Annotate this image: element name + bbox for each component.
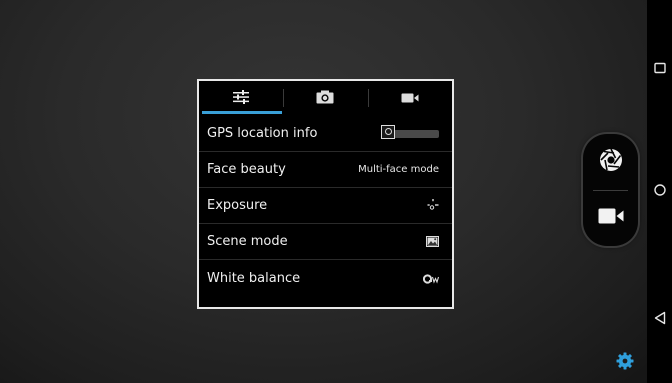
tab-general-settings[interactable] [199, 81, 283, 115]
back-button[interactable] [652, 311, 668, 327]
settings-gear-button[interactable] [615, 352, 635, 374]
settings-panel: GPS location info Face beauty Multi-face… [197, 79, 454, 309]
back-icon [654, 310, 666, 329]
toggle-knob [381, 124, 395, 139]
scene-landscape-icon [426, 232, 439, 251]
tab-video-settings[interactable] [367, 81, 452, 115]
tab-camera-settings[interactable] [283, 81, 367, 115]
settings-list: GPS location info Face beauty Multi-face… [199, 116, 452, 296]
setting-face-beauty[interactable]: Face beauty Multi-face mode [199, 152, 452, 188]
recent-apps-button[interactable] [652, 60, 668, 76]
setting-label: Scene mode [207, 234, 288, 249]
capture-controls [583, 134, 638, 246]
system-navigation-bar [647, 0, 672, 383]
recent-apps-icon [654, 59, 666, 78]
setting-value: Multi-face mode [358, 164, 439, 175]
exposure-icon [427, 196, 439, 215]
setting-label: GPS location info [207, 126, 318, 141]
setting-gps-location[interactable]: GPS location info [199, 116, 452, 152]
settings-tabs [199, 81, 452, 115]
home-icon [653, 182, 667, 201]
home-button[interactable] [652, 183, 668, 199]
selected-tab-indicator [202, 111, 282, 114]
setting-scene-mode[interactable]: Scene mode [199, 224, 452, 260]
setting-label: White balance [207, 270, 301, 286]
video-record-icon [598, 207, 624, 229]
gps-toggle[interactable] [381, 124, 439, 139]
shutter-aperture-icon [598, 147, 624, 177]
setting-label: Exposure [207, 198, 268, 213]
setting-label: Face beauty [207, 162, 286, 177]
camera-screen: GPS location info Face beauty Multi-face… [0, 0, 672, 383]
gear-icon [616, 352, 634, 374]
sliders-icon [232, 89, 250, 108]
setting-white-balance[interactable]: White balance [199, 260, 452, 296]
camera-icon [316, 89, 334, 108]
video-camera-icon [401, 89, 419, 108]
setting-exposure[interactable]: Exposure [199, 188, 452, 224]
shutter-button[interactable] [583, 134, 638, 190]
video-record-button[interactable] [583, 190, 638, 246]
white-balance-auto-icon [422, 269, 440, 288]
